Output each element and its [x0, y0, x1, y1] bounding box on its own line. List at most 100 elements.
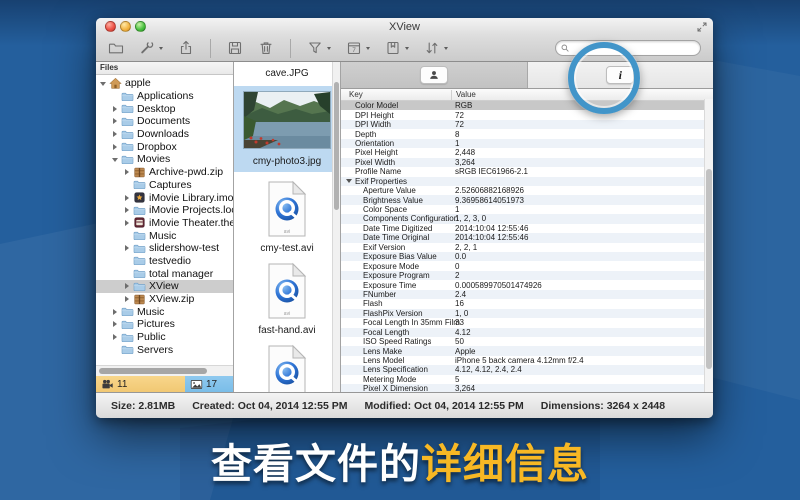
property-row-orientation[interactable]: Orientation1	[341, 139, 713, 148]
property-row-components-configuration[interactable]: Components Configuration1, 2, 3, 0	[341, 214, 713, 223]
property-row-metering-mode[interactable]: Metering Mode5	[341, 375, 713, 384]
disclosure-triangle-icon[interactable]	[111, 117, 120, 126]
date-filter-button[interactable]: 7	[346, 40, 370, 56]
disclosure-triangle-icon[interactable]	[111, 130, 120, 139]
sidebar-item-imovie-theater-thea[interactable]: iMovie Theater.thea	[96, 217, 233, 230]
fullscreen-icon[interactable]	[697, 22, 707, 32]
property-row-focal-length-in-35mm-film[interactable]: Focal Length In 35mm Film33	[341, 318, 713, 327]
scrollbar-thumb[interactable]	[706, 169, 712, 369]
sidebar-item-testvedio[interactable]: testvedio	[96, 255, 233, 268]
property-row-pixel-x-dimension[interactable]: Pixel X Dimension3,264	[341, 384, 713, 392]
property-row-color-model[interactable]: Color ModelRGB	[341, 101, 713, 110]
property-row-depth[interactable]: Depth8	[341, 129, 713, 138]
disclosure-triangle-icon[interactable]	[123, 168, 132, 177]
sidebar-item-movies[interactable]: Movies	[96, 153, 233, 166]
sidebar-item-imovie-projects-loca[interactable]: iMovie Projects.loca	[96, 204, 233, 217]
thumbnail-item-cave-jpg[interactable]: cave.JPG	[234, 62, 340, 84]
sidebar-item-downloads[interactable]: Downloads	[96, 128, 233, 141]
sidebar-item-public[interactable]: Public	[96, 331, 233, 344]
scrollbar-thumb[interactable]	[99, 368, 207, 374]
property-row-date-time-original[interactable]: Date Time Original2014:10:04 12:55:46	[341, 233, 713, 242]
sidebar-item-apple[interactable]: apple	[96, 77, 233, 90]
property-row-lens-model[interactable]: Lens ModeliPhone 5 back camera 4.12mm f/…	[341, 356, 713, 365]
sidebar-item-pictures[interactable]: Pictures	[96, 318, 233, 331]
tab-contact-sheet[interactable]	[341, 62, 528, 88]
disclosure-triangle-icon[interactable]	[123, 282, 132, 291]
new-folder-button[interactable]	[108, 40, 124, 56]
property-row-aperture-value[interactable]: Aperture Value2.52606882168926	[341, 186, 713, 195]
disclosure-triangle-icon[interactable]	[123, 295, 132, 304]
title-bar[interactable]: XView	[96, 18, 713, 35]
property-row-date-time-digitized[interactable]: Date Time Digitized2014:10:04 12:55:46	[341, 224, 713, 233]
sidebar-item-music[interactable]: Music	[96, 305, 233, 318]
tab-info[interactable]: i	[528, 62, 714, 88]
property-row-exif-properties[interactable]: Exif Properties	[341, 177, 713, 186]
sidebar-horizontal-scrollbar[interactable]	[96, 365, 233, 376]
share-button[interactable]	[178, 40, 194, 56]
filter-button[interactable]	[307, 40, 331, 56]
property-row-pixel-width[interactable]: Pixel Width3,264	[341, 158, 713, 167]
zoom-button[interactable]	[135, 21, 146, 32]
sidebar-item-documents[interactable]: Documents	[96, 115, 233, 128]
property-row-pixel-height[interactable]: Pixel Height2,448	[341, 148, 713, 157]
sidebar-item-applications[interactable]: Applications	[96, 90, 233, 103]
property-row-flash[interactable]: Flash16	[341, 299, 713, 308]
property-row-lens-make[interactable]: Lens MakeApple	[341, 346, 713, 355]
tag-filter-button[interactable]	[385, 40, 409, 56]
sidebar-item-dropbox[interactable]: Dropbox	[96, 140, 233, 153]
delete-button[interactable]	[258, 40, 274, 56]
sidebar-item-music[interactable]: Music	[96, 229, 233, 242]
property-row-exposure-program[interactable]: Exposure Program2	[341, 271, 713, 280]
property-row-focal-length[interactable]: Focal Length4.12	[341, 328, 713, 337]
save-button[interactable]	[227, 40, 243, 56]
property-row-exposure-bias-value[interactable]: Exposure Bias Value0.0	[341, 252, 713, 261]
property-row-iso-speed-ratings[interactable]: ISO Speed Ratings50	[341, 337, 713, 346]
sidebar-item-imovie-library-imov[interactable]: iMovie Library.imov	[96, 191, 233, 204]
thumbnail-item-cmy-test-avi[interactable]: avicmy-test.avi	[234, 180, 340, 254]
property-row-exposure-mode[interactable]: Exposure Mode0	[341, 261, 713, 270]
sidebar-item-desktop[interactable]: Desktop	[96, 102, 233, 115]
thumbnail-scrollbar[interactable]	[332, 62, 340, 392]
disclosure-triangle-icon[interactable]	[123, 206, 132, 215]
minimize-button[interactable]	[120, 21, 131, 32]
thumbnail-item-fast-hand-avi[interactable]: avifast-hand.avi	[234, 262, 340, 336]
search-input[interactable]	[573, 42, 696, 55]
sidebar-item-xview-zip[interactable]: XView.zip	[96, 293, 233, 306]
sidebar-item-servers[interactable]: Servers	[96, 343, 233, 356]
disclosure-triangle-icon[interactable]	[123, 193, 132, 202]
disclosure-triangle-icon[interactable]	[111, 104, 120, 113]
property-row-fnumber[interactable]: FNumber2.4	[341, 290, 713, 299]
disclosure-triangle-icon[interactable]	[99, 79, 108, 88]
property-row-dpi-width[interactable]: DPI Width72	[341, 120, 713, 129]
close-button[interactable]	[105, 21, 116, 32]
disclosure-triangle-icon[interactable]	[111, 307, 120, 316]
thumbnail-item-item[interactable]: MPEG	[234, 344, 340, 392]
sort-button[interactable]	[424, 40, 448, 56]
property-row-exif-version[interactable]: Exif Version2, 2, 1	[341, 243, 713, 252]
property-row-profile-name[interactable]: Profile NamesRGB IEC61966-2.1	[341, 167, 713, 176]
disclosure-triangle-icon[interactable]	[123, 244, 132, 253]
property-row-brightness-value[interactable]: Brightness Value9.36958614051973	[341, 195, 713, 204]
sidebar-item-archive-pwd-zip[interactable]: Archive-pwd.zip	[96, 166, 233, 179]
sidebar-item-xview[interactable]: XView	[96, 280, 233, 293]
property-row-exposure-time[interactable]: Exposure Time0.000589970501474926	[341, 280, 713, 289]
disclosure-triangle-icon[interactable]	[111, 142, 120, 151]
disclosure-triangle-icon[interactable]	[123, 218, 132, 227]
property-row-flashpix-version[interactable]: FlashPix Version1, 0	[341, 309, 713, 318]
disclosure-triangle-icon[interactable]	[111, 333, 120, 342]
sidebar-item-slidershow-test[interactable]: slidershow-test	[96, 242, 233, 255]
sidebar-item-captures[interactable]: Captures	[96, 179, 233, 192]
thumbnail-item-cmy-photo3-jpg[interactable]: cmy-photo3.jpg	[234, 86, 340, 172]
tools-button[interactable]	[139, 40, 163, 56]
property-row-lens-specification[interactable]: Lens Specification4.12, 4.12, 2.4, 2.4	[341, 365, 713, 374]
inspector-scrollbar[interactable]	[704, 99, 713, 392]
search-field[interactable]	[555, 40, 701, 56]
disclosure-triangle-icon[interactable]	[346, 179, 352, 183]
disclosure-triangle-icon[interactable]	[111, 320, 120, 329]
scrollbar-thumb[interactable]	[334, 82, 339, 210]
caption-yellow-text: 详细信息	[421, 441, 589, 487]
property-row-color-space[interactable]: Color Space1	[341, 205, 713, 214]
disclosure-triangle-icon[interactable]	[111, 155, 120, 164]
property-row-dpi-height[interactable]: DPI Height72	[341, 110, 713, 119]
sidebar-item-total-manager[interactable]: total manager	[96, 267, 233, 280]
